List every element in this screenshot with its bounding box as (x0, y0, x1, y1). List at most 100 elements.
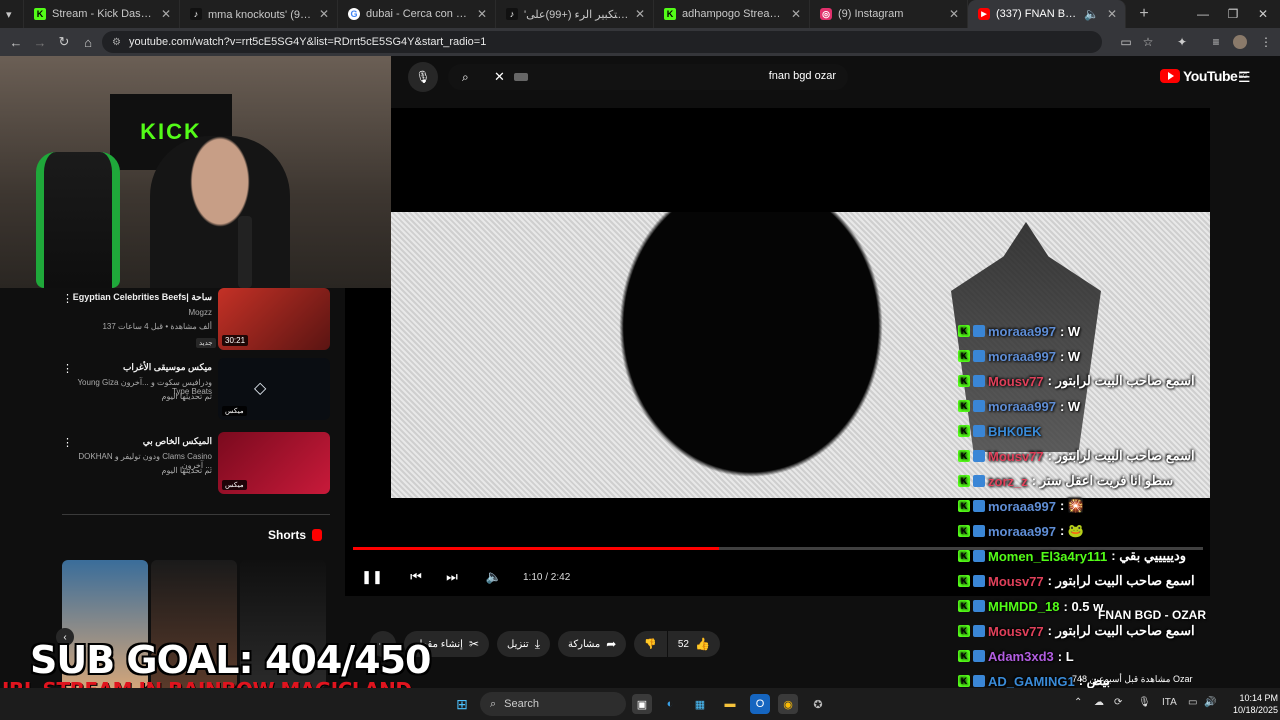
tab-google[interactable]: G dubai - Cerca con Google ✕ (338, 0, 496, 28)
kick-badge-icon: K (958, 475, 970, 487)
system-clock[interactable]: 10:14 PM 10/18/2025 (1230, 692, 1278, 716)
avatar[interactable] (1230, 32, 1250, 52)
search-placeholder: Search (504, 698, 540, 710)
chat-username: moraaa997 (988, 498, 1056, 514)
dislike-button[interactable]: 👎 (634, 631, 667, 657)
tab-kick-stream[interactable]: K adhampogo Stream - Watch Li ✕ (654, 0, 810, 28)
time-display: 1:10 / 2:42 (523, 571, 571, 583)
tab-youtube[interactable]: ▶ (337) FNAN BGD - OZAR 🔈 ✕ (968, 0, 1126, 28)
youtube-logo[interactable]: YouTube EG (1160, 68, 1248, 84)
cast-icon[interactable]: ▭ (1116, 32, 1136, 52)
like-button[interactable]: 52 👍 (667, 631, 720, 657)
cloud-icon[interactable]: ☁ (1094, 697, 1104, 708)
sync-icon[interactable]: ⟳ (1114, 697, 1122, 708)
chat-username: Mousv77 (988, 623, 1044, 639)
language-indicator[interactable]: ITA (1162, 697, 1177, 708)
close-icon[interactable]: ✕ (319, 7, 329, 21)
search-box[interactable]: ⌕ ✕ fnan bgd ozar (448, 64, 848, 90)
close-icon[interactable]: ✕ (1107, 7, 1117, 21)
section-divider (62, 514, 330, 515)
address-bar[interactable]: ⚙ youtube.com/watch?v=rrt5cE5SG4Y&list=R… (102, 31, 1102, 53)
site-info-icon[interactable]: ⚙ (112, 37, 121, 48)
kick-badge-icon: K (958, 550, 970, 562)
close-window-button[interactable]: ✕ (1248, 0, 1278, 28)
microphone (238, 216, 252, 288)
tab-instagram[interactable]: ◎ (9) Instagram ✕ (810, 0, 968, 28)
clear-search-icon[interactable]: ✕ (494, 69, 505, 85)
speaker-icon[interactable]: 🔈 (1084, 7, 1099, 21)
search-input[interactable]: fnan bgd ozar (769, 70, 836, 82)
chat-username: Mousv77 (988, 573, 1044, 589)
tab-label: (337) FNAN BGD - OZAR (996, 8, 1080, 20)
keyboard-icon[interactable] (514, 73, 528, 81)
windows-start-icon[interactable]: ⊞ (452, 694, 472, 714)
tab-list-button[interactable]: ▾ (0, 0, 24, 28)
outlook-icon[interactable]: O (750, 694, 770, 714)
tab-kick-dashboard[interactable]: K Stream - Kick Dashboard ✕ (24, 0, 180, 28)
home-button[interactable]: ⌂ (76, 30, 100, 54)
kick-badge-icon: K (958, 400, 970, 412)
menu-kebab-icon[interactable]: ⋮ (1256, 32, 1276, 52)
volume-icon[interactable]: 🔊 (1204, 697, 1216, 708)
taskbar-search[interactable]: ⌕ Search (480, 692, 626, 716)
kick-badge-icon: K (958, 675, 970, 687)
subscriber-badge-icon (973, 475, 985, 487)
share-button[interactable]: مشاركة ➦ (558, 631, 627, 657)
rec-item[interactable]: ⋮ ميكس موسيقى الأغراب Young Giza ودرافيس… (58, 358, 330, 424)
rec-item[interactable]: ⋮ الميكس الخاص بي DOKHAN ودون توليفر و C… (58, 432, 330, 498)
close-icon[interactable]: ✕ (161, 7, 171, 21)
chat-username: Adam3xd3 (988, 648, 1054, 664)
rec-thumbnail[interactable]: ◇ ميكس (218, 358, 330, 420)
subscriber-badge-icon (973, 425, 985, 437)
new-tab-button[interactable]: + (1132, 5, 1156, 23)
pause-button[interactable]: ❚❚ (357, 562, 387, 592)
extensions-icon[interactable]: ✦ (1172, 32, 1192, 52)
chat-message: Kmoraaa997: 🐸 (958, 520, 1084, 542)
subscriber-badge-icon (973, 600, 985, 612)
volume-button[interactable]: 🔈 (479, 562, 509, 592)
maximize-button[interactable]: ❐ (1218, 0, 1248, 28)
rec-item[interactable]: ⋮ Egyptian Celebrities Beefs| ساحة Mogzz… (58, 288, 330, 354)
tab-label: (9) Instagram (838, 8, 904, 20)
google-icon: G (348, 8, 360, 20)
chat-text: : W (1059, 398, 1081, 414)
rec-thumbnail[interactable]: 30:21 (218, 288, 330, 350)
reload-button[interactable]: ↻ (52, 30, 76, 54)
download-button[interactable]: تنزيل ⤓ (497, 631, 551, 657)
next-button[interactable]: ⏭ (437, 562, 467, 592)
store-icon[interactable]: ▦ (690, 694, 710, 714)
tab-label: adhampogo Stream - Watch Li (682, 8, 787, 20)
thumbs-down-icon: 👎 (644, 638, 657, 650)
mic-tray-icon[interactable]: 🎙 (1138, 697, 1151, 708)
chrome-icon[interactable]: ◉ (778, 694, 798, 714)
hamburger-menu-icon[interactable]: ☰ (1238, 69, 1251, 86)
app-icon[interactable]: ✪ (808, 694, 828, 714)
file-explorer-icon[interactable]: ▬ (720, 694, 740, 714)
chat-text: : وديييييي بقي (1111, 548, 1187, 563)
task-view-icon[interactable]: ▣ (632, 694, 652, 714)
media-controls-icon[interactable]: ≡ (1206, 32, 1226, 52)
rec-thumbnail[interactable]: ميكس (218, 432, 330, 494)
tray-overflow-icon[interactable]: ⌃ (1074, 697, 1082, 708)
edge-icon[interactable]: ◐ (660, 694, 680, 714)
subscriber-badge-icon (973, 400, 985, 412)
previous-button[interactable]: ⏮ (401, 562, 431, 592)
scissors-icon: ✂ (468, 637, 480, 651)
network-icon[interactable]: ▭ (1188, 697, 1197, 708)
minimize-button[interactable]: — (1188, 0, 1218, 28)
tab-label: dubai - Cerca con Google (366, 8, 473, 20)
voice-search-button[interactable]: 🎙 (408, 62, 438, 92)
forward-button[interactable]: → (28, 30, 52, 54)
chat-username: Momen_El3a4ry111 (988, 548, 1108, 564)
close-icon[interactable]: ✕ (477, 7, 487, 21)
back-button[interactable]: ← (4, 30, 28, 54)
close-icon[interactable]: ✕ (635, 7, 645, 21)
browser-toolbar: ← → ↻ ⌂ ⚙ youtube.com/watch?v=rrt5cE5SG4… (0, 28, 1280, 56)
close-icon[interactable]: ✕ (949, 7, 959, 21)
chat-message: Kzorz_z: سطو انا فريت اعقل ستر (958, 470, 1173, 492)
silhouette-figure (601, 212, 901, 498)
tab-tiktok-1[interactable]: ♪ mma knockouts' على(+99) ✕ (180, 0, 338, 28)
bookmark-star-icon[interactable]: ☆ (1138, 32, 1158, 52)
close-icon[interactable]: ✕ (791, 7, 801, 21)
tab-tiktok-2[interactable]: ♪ 'تمرين لتكبير الرء (+99)على ✕ (496, 0, 654, 28)
